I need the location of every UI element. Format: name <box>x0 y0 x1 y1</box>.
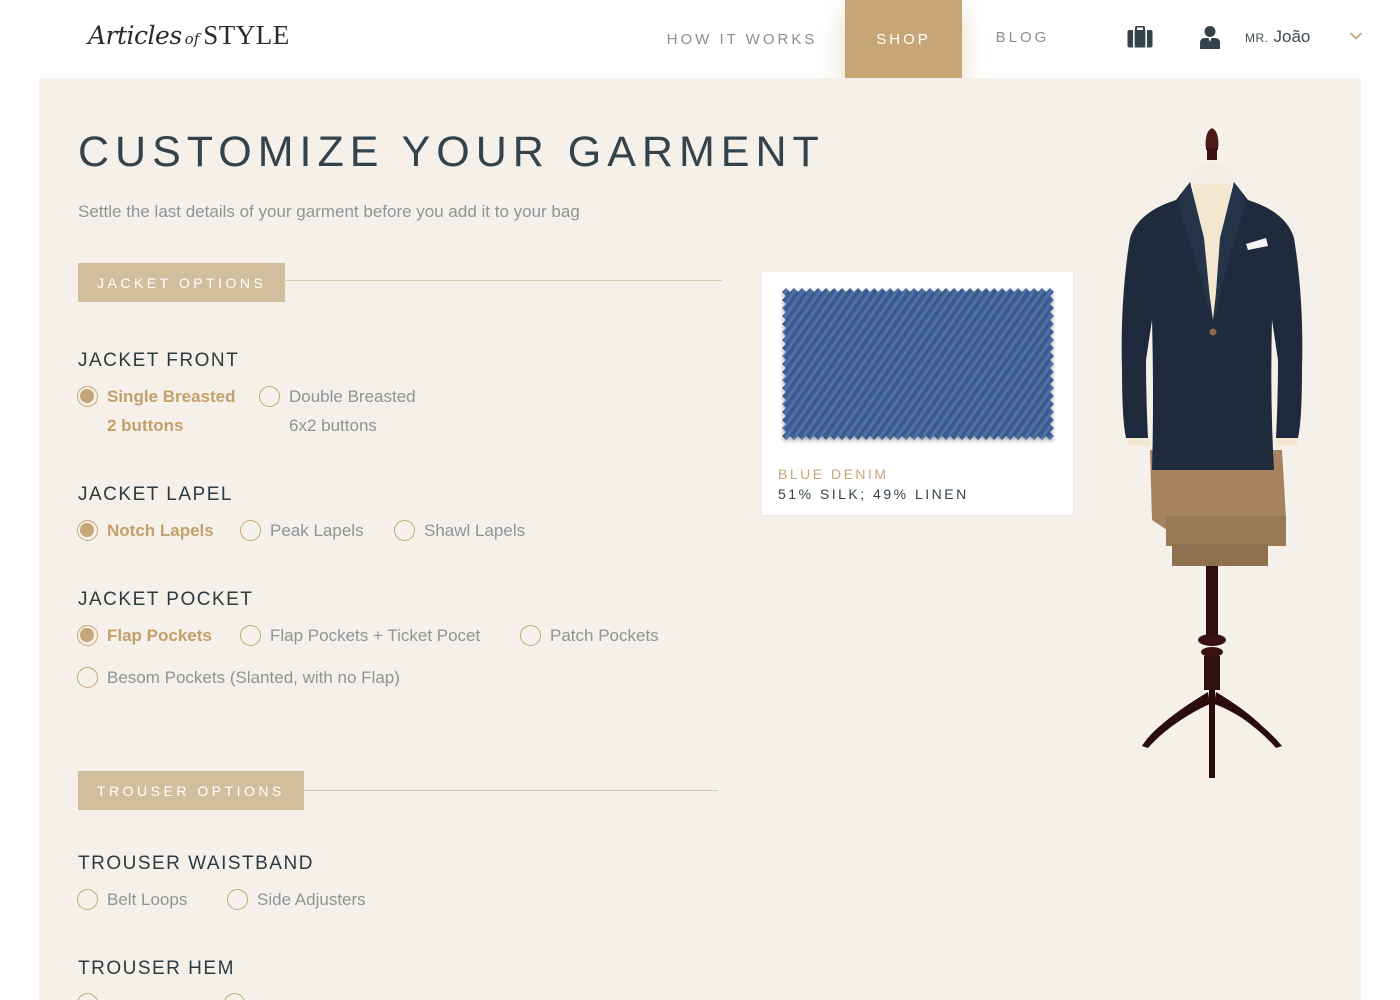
jacket-pocket-title: JACKET POCKET <box>78 589 254 610</box>
site-header: Articles of STYLE HOW IT WORKS SHOP BLOG… <box>0 0 1400 78</box>
option-label: Patch Pockets <box>550 626 659 645</box>
logo-caps: STYLE <box>203 20 290 50</box>
trouser-waistband-title: TROUSER WAISTBAND <box>78 853 314 874</box>
option-peak-lapels[interactable]: Peak Lapels <box>240 520 364 541</box>
user-menu[interactable]: MR. João <box>1245 27 1310 47</box>
radio-button[interactable] <box>259 386 280 407</box>
mannequin-image <box>1121 128 1303 778</box>
jacket-lapel-title: JACKET LAPEL <box>78 484 233 505</box>
user-icon[interactable] <box>1199 25 1221 49</box>
option-patch-pockets[interactable]: Patch Pockets <box>520 625 659 646</box>
option-label: Side Adjusters <box>257 890 366 909</box>
chevron-down-icon[interactable] <box>1349 31 1363 41</box>
option-label: Notch Lapels <box>107 521 214 540</box>
option-label: Besom Pockets (Slanted, with no Flap) <box>107 668 400 687</box>
option-besom-pockets[interactable]: Besom Pockets (Slanted, with no Flap) <box>77 667 400 688</box>
nav-how-it-works[interactable]: HOW IT WORKS <box>664 0 820 78</box>
option-shawl-lapels[interactable]: Shawl Lapels <box>394 520 525 541</box>
option-label: Belt Loops <box>107 890 188 909</box>
nav-shop[interactable]: SHOP <box>845 0 962 78</box>
radio-button[interactable] <box>240 520 261 541</box>
radio-button[interactable] <box>240 625 261 646</box>
option-label: Shawl Lapels <box>424 521 526 540</box>
fabric-card: BLUE DENIM 51% SILK; 49% LINEN <box>762 272 1073 515</box>
radio-button[interactable] <box>77 386 98 407</box>
radio-button[interactable] <box>77 889 98 910</box>
radio-button[interactable] <box>394 520 415 541</box>
option-belt-loops[interactable]: Belt Loops <box>77 889 187 910</box>
fabric-name: BLUE DENIM <box>778 466 889 482</box>
radio-button[interactable] <box>520 625 541 646</box>
option-label: Flap Pockets <box>107 626 212 645</box>
radio-button[interactable] <box>224 993 245 1000</box>
jacket-options-badge: JACKET OPTIONS <box>78 263 286 302</box>
option-label: Flap Pockets + Ticket Pocet <box>270 626 481 645</box>
logo-of: of <box>184 30 200 48</box>
trouser-options-badge: TROUSER OPTIONS <box>78 771 304 810</box>
user-prefix: MR. <box>1245 31 1269 45</box>
fabric-composition: 51% SILK; 49% LINEN <box>778 486 969 502</box>
page-title: CUSTOMIZE YOUR GARMENT <box>78 128 825 176</box>
option-notch-lapels[interactable]: Notch Lapels <box>77 520 214 541</box>
section-divider <box>302 790 718 791</box>
radio-button[interactable] <box>77 993 98 1000</box>
option-label: Single Breasted 2 buttons <box>107 387 236 435</box>
option-flap-pockets[interactable]: Flap Pockets <box>77 625 212 646</box>
page-subtitle: Settle the last details of your garment … <box>78 202 580 221</box>
jacket-front-title: JACKET FRONT <box>78 350 240 371</box>
option-label: Double Breasted 6x2 buttons <box>289 387 416 435</box>
fabric-swatch <box>782 288 1054 440</box>
briefcase-icon[interactable] <box>1127 26 1153 48</box>
section-divider <box>283 280 722 281</box>
option-hem-1[interactable] <box>77 993 98 1000</box>
nav-blog[interactable]: BLOG <box>985 0 1060 76</box>
option-flap-ticket-pockets[interactable]: Flap Pockets + Ticket Pocet <box>240 625 480 646</box>
radio-button[interactable] <box>77 667 98 688</box>
option-side-adjusters[interactable]: Side Adjusters <box>227 889 366 910</box>
radio-button[interactable] <box>227 889 248 910</box>
option-double-breasted[interactable]: Double Breasted 6x2 buttons <box>259 386 416 436</box>
logo-script: Articles <box>88 21 182 50</box>
user-name: João <box>1273 27 1311 46</box>
radio-button[interactable] <box>77 625 98 646</box>
trouser-hem-title: TROUSER HEM <box>78 958 235 979</box>
radio-button[interactable] <box>77 520 98 541</box>
brand-logo[interactable]: Articles of STYLE <box>88 20 290 60</box>
option-hem-2[interactable] <box>224 993 245 1000</box>
option-single-breasted[interactable]: Single Breasted 2 buttons <box>77 386 236 436</box>
option-label: Peak Lapels <box>270 521 364 540</box>
